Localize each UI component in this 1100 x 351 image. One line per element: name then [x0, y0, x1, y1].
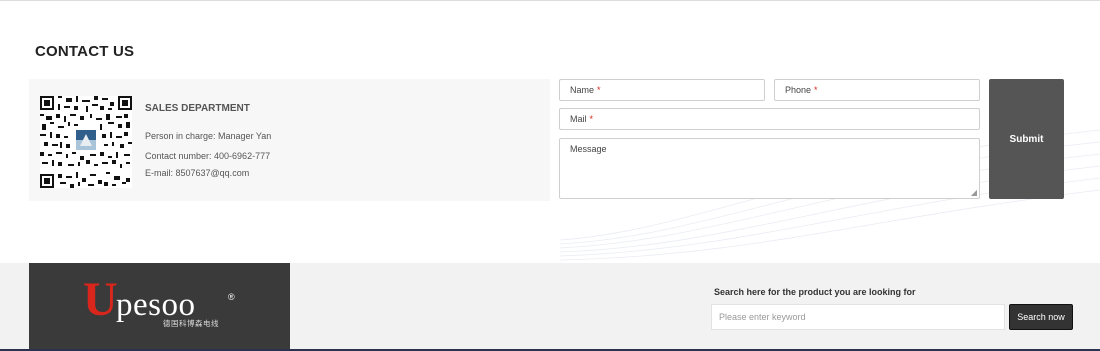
logo-initial: U: [83, 273, 118, 326]
message-field-label: Message: [570, 144, 607, 154]
required-mark: *: [814, 85, 818, 95]
search-label: Search here for the product you are look…: [714, 287, 916, 297]
logo-subtitle: 德国科博森电线: [163, 319, 219, 328]
message-field[interactable]: Message ◢: [559, 138, 980, 199]
registered-mark: ®: [228, 292, 235, 302]
resize-grip-icon[interactable]: ◢: [971, 189, 977, 197]
required-mark: *: [597, 85, 601, 95]
phone-field[interactable]: Phone *: [774, 79, 980, 101]
contact-title: CONTACT US: [35, 43, 135, 60]
top-divider: [0, 0, 1100, 1]
mail-field-label: Mail: [570, 114, 587, 124]
mail-field[interactable]: Mail *: [559, 108, 980, 130]
contact-email: E-mail: 8507637@qq.com: [145, 168, 250, 178]
contact-number: Contact number: 400-6962-777: [145, 151, 271, 161]
search-input[interactable]: [711, 304, 1005, 330]
submit-button[interactable]: Submit: [989, 79, 1064, 199]
required-mark: *: [589, 114, 594, 124]
name-field[interactable]: Name *: [559, 79, 765, 101]
qr-code: [40, 96, 132, 188]
department-name: SALES DEPARTMENT: [145, 103, 250, 114]
person-in-charge: Person in charge: Manager Yan: [145, 131, 272, 141]
search-now-button[interactable]: Search now: [1009, 304, 1073, 330]
phone-field-label: Phone: [785, 85, 812, 95]
name-field-label: Name: [570, 85, 595, 95]
